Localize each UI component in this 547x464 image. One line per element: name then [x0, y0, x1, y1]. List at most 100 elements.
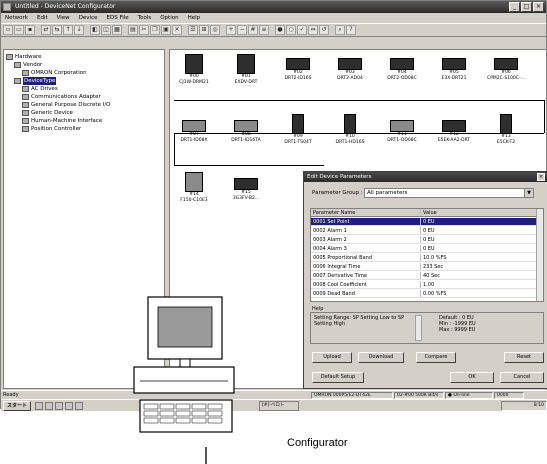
table-row[interactable]: 0002 Alarm 1 0 EU [311, 227, 537, 235]
menu-option[interactable]: Option [160, 13, 178, 23]
device-node[interactable]: #15 3G3FV-B2... [224, 178, 268, 201]
default-setup-button[interactable]: Default Setup [312, 372, 364, 383]
tree-item-vendor[interactable]: Vendor [14, 61, 42, 69]
tree-item-devicetype[interactable]: DeviceType [14, 77, 57, 85]
menu-device[interactable]: Device [79, 13, 98, 23]
tree-item-discrete-io[interactable]: General Purpose Discrete I/O [22, 101, 111, 109]
disconnect-icon[interactable]: ⇆ [52, 25, 62, 35]
find-icon[interactable]: ⌕ [335, 25, 345, 35]
compare-button[interactable]: Compare [416, 352, 456, 363]
register-icon[interactable]: ⊞ [199, 25, 209, 35]
device-node[interactable]: #01 EXDV-DRT [224, 54, 268, 85]
menu-edit[interactable]: Edit [37, 13, 48, 23]
table-scrollbar[interactable] [536, 209, 543, 301]
download-button[interactable]: Download [358, 352, 404, 363]
device-node[interactable]: #07 DRT1-ID08X [172, 120, 216, 143]
table-row[interactable]: 0004 Alarm 3 0 EU [311, 245, 537, 253]
table-row[interactable]: 0009 Dead Band 0.00 %FS [311, 290, 537, 298]
table-row[interactable]: 0003 Alarm 2 0 EU [311, 236, 537, 244]
tree-item-hardware[interactable]: Hardware [6, 53, 42, 61]
property-icon[interactable]: ☰ [188, 25, 198, 35]
device-node[interactable]: #06 CPM2C-S100C-... [484, 58, 528, 81]
menu-tools[interactable]: Tools [138, 13, 152, 23]
print-icon[interactable]: ▤ [128, 25, 138, 35]
offline-icon[interactable]: ○ [286, 25, 296, 35]
app-icon[interactable] [75, 402, 83, 410]
reset-icon[interactable]: ↺ [319, 25, 329, 35]
save-icon[interactable]: ▪ [25, 25, 35, 35]
taskbar-item[interactable]: [#]-ベロト [259, 401, 299, 411]
menu-eds-file[interactable]: EDS File [107, 13, 129, 23]
minimize-button[interactable]: _ [509, 2, 520, 12]
device-node[interactable]: #14 F150-C10E3 [172, 172, 216, 203]
table-row[interactable]: 0005 Proportional Band 10.0 %FS [311, 254, 537, 262]
open-icon[interactable]: ▭ [14, 25, 24, 35]
help-icon[interactable]: ? [346, 25, 356, 35]
connect-icon[interactable]: ⇄ [41, 25, 51, 35]
device-node[interactable]: #12 E5EK-AA2-DRT [432, 120, 476, 143]
device-node[interactable]: #10 DRT1-HD16S [328, 114, 372, 145]
column-header-value[interactable]: Value [421, 209, 537, 216]
copy-icon[interactable]: ❐ [150, 25, 160, 35]
table-row[interactable]: 0008 Cool Coefficient 1.00 [311, 281, 537, 289]
menu-network[interactable]: Network [5, 13, 28, 23]
menu-view[interactable]: View [57, 13, 70, 23]
tree-item-ac-drives[interactable]: AC Drives [22, 85, 58, 93]
device-node[interactable]: #00 CJ1W-DRM21 [172, 54, 216, 85]
browser-icon[interactable] [55, 402, 63, 410]
dialog-title[interactable]: Edit Device Parameters [304, 172, 547, 182]
cancel-button[interactable]: Cancel [500, 372, 544, 383]
parameter-value[interactable]: 1.00 [421, 281, 537, 288]
device-node[interactable]: #03 DRT2-AD04 [328, 58, 372, 81]
device-node[interactable]: #11 DRT1-OD08C [380, 120, 424, 143]
delete-icon[interactable]: ✕ [172, 25, 182, 35]
title-bar[interactable]: Untitled - DeviceNet Configurator _ □ × [1, 1, 546, 13]
reset-button[interactable]: Reset [504, 352, 544, 363]
parameter-value[interactable]: 0 EU [421, 236, 537, 243]
help-scrollbar[interactable] [415, 315, 422, 341]
chevron-down-icon[interactable]: ▼ [524, 189, 533, 197]
zoom-in-icon[interactable]: + [226, 25, 236, 35]
start-button[interactable]: スタート [3, 401, 31, 411]
parameter-value[interactable]: 10.0 %FS [421, 254, 537, 261]
cut-icon[interactable]: ✂ [139, 25, 149, 35]
device-node[interactable]: #02 DRT2-ID16S [276, 58, 320, 81]
explorer-icon[interactable] [45, 402, 53, 410]
parameter-value[interactable]: 40 Sec [421, 272, 537, 279]
maximize-button[interactable]: □ [521, 2, 532, 12]
network-icon[interactable]: ◫ [101, 25, 111, 35]
upload-icon[interactable]: ↑ [63, 25, 73, 35]
new-icon[interactable]: ▫ [3, 25, 13, 35]
online-icon[interactable]: ● [275, 25, 285, 35]
download-icon[interactable]: ↓ [74, 25, 84, 35]
tree-item-comm-adapter[interactable]: Communications Adapter [22, 93, 101, 101]
parameter-icon[interactable]: ▦ [112, 25, 122, 35]
tree-item-hmi[interactable]: Human-Machine Interface [22, 117, 102, 125]
table-row[interactable]: 0007 Derivative Time 40 Sec [311, 272, 537, 280]
parameter-group-select[interactable]: All parameters ▼ [364, 188, 534, 198]
grid-icon[interactable]: # [248, 25, 258, 35]
mail-icon[interactable] [65, 402, 73, 410]
device-node[interactable]: #05 E3X-DRT21 [432, 58, 476, 81]
table-row[interactable]: 0001 Set Point 0 EU [311, 218, 537, 226]
scan-icon[interactable]: ◎ [210, 25, 220, 35]
ok-button[interactable]: OK [450, 372, 494, 383]
upload-button[interactable]: Upload [312, 352, 352, 363]
parameter-value[interactable]: 0 EU [421, 218, 537, 225]
zoom-out-icon[interactable]: − [237, 25, 247, 35]
monitor-icon[interactable]: ◧ [90, 25, 100, 35]
paste-icon[interactable]: ▣ [161, 25, 171, 35]
parameter-value[interactable]: 0 EU [421, 245, 537, 252]
column-header-name[interactable]: Parameter Name [311, 209, 421, 216]
device-node[interactable]: #09 DRT1-TS04T [276, 114, 320, 145]
tree-item-generic-device[interactable]: Generic Device [22, 109, 73, 117]
table-row[interactable]: 0006 Integral Time 233 Sec [311, 263, 537, 271]
desktop-icon[interactable] [35, 402, 43, 410]
device-node[interactable]: #04 DRT2-OD08C [380, 58, 424, 81]
parameter-value[interactable]: 233 Sec [421, 263, 537, 270]
close-button[interactable]: × [533, 2, 544, 12]
compare-icon[interactable]: ⇔ [308, 25, 318, 35]
parameter-value[interactable]: 0 EU [421, 227, 537, 234]
dialog-close-button[interactable]: × [537, 173, 545, 181]
tree-item-omron[interactable]: OMRON Corporation [22, 69, 87, 77]
